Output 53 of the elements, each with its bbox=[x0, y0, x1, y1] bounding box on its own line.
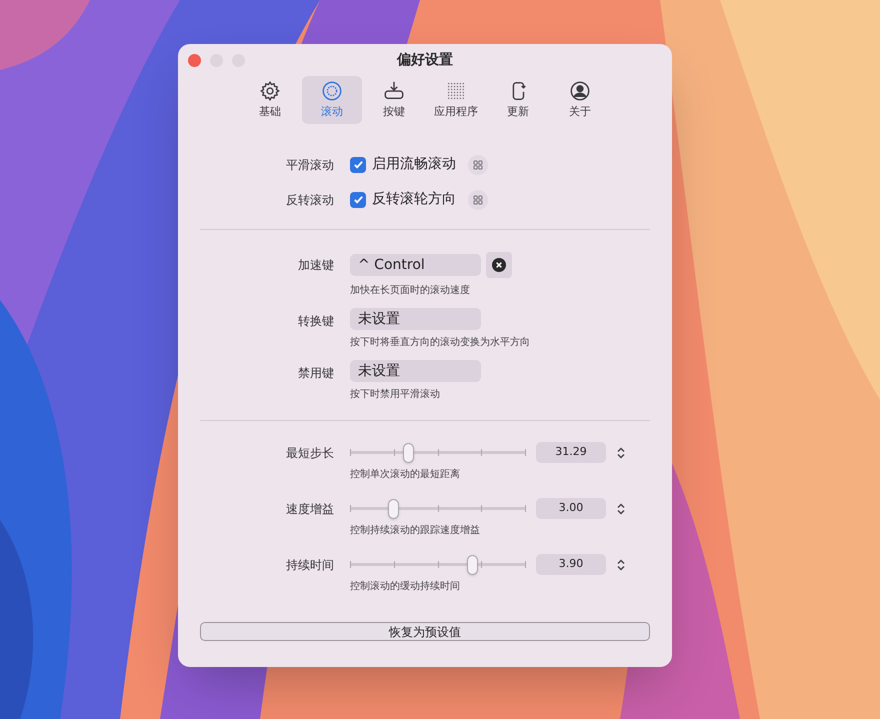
grid-icon bbox=[473, 160, 483, 170]
checkmark-icon bbox=[352, 159, 364, 170]
setting-label: 反转滚动 bbox=[285, 192, 335, 208]
hint-text: 按下时将垂直方向的滚动变换为水平方向 bbox=[350, 336, 530, 350]
hint-text: 控制单次滚动的最短距离 bbox=[350, 468, 461, 482]
setting-label: 禁用键 bbox=[297, 365, 335, 382]
slider-track[interactable] bbox=[350, 498, 526, 518]
slider-thumb[interactable] bbox=[402, 442, 414, 462]
checkbox[interactable] bbox=[350, 192, 366, 208]
hint-text: 控制滚动的缓动持续时间 bbox=[350, 580, 461, 594]
grid-icon bbox=[473, 194, 483, 204]
slider-track[interactable] bbox=[350, 442, 526, 462]
user-icon bbox=[569, 80, 591, 102]
hint-text: 按下时禁用平滑滚动 bbox=[350, 388, 441, 402]
window-title: 偏好设置 bbox=[397, 50, 453, 70]
toolbar-tab[interactable]: 关于 bbox=[550, 76, 610, 124]
checkmark-icon bbox=[352, 194, 364, 205]
toolbar-tab[interactable]: 更新 bbox=[488, 76, 548, 124]
checkbox[interactable] bbox=[350, 156, 366, 172]
slider-thumb[interactable] bbox=[467, 554, 478, 574]
circle-icon bbox=[321, 80, 343, 102]
hint-text: 控制持续滚动的跟踪速度增益 bbox=[350, 524, 481, 538]
grid-button[interactable] bbox=[468, 154, 488, 174]
setting-label: 持续时间 bbox=[285, 557, 335, 574]
value-field[interactable]: 31.29 bbox=[536, 442, 606, 463]
toolbar-tab[interactable]: 按键 bbox=[364, 76, 424, 124]
shortcut-field[interactable]: 未设置 bbox=[350, 360, 481, 382]
value-field[interactable]: 3.00 bbox=[536, 498, 606, 519]
stepper-icon[interactable] bbox=[616, 558, 626, 572]
value-field[interactable]: 3.90 bbox=[536, 554, 606, 575]
setting-label: 平滑滚动 bbox=[285, 156, 335, 174]
clear-button[interactable] bbox=[486, 252, 512, 278]
setting-label: 加速键 bbox=[297, 257, 335, 274]
stepper-icon[interactable] bbox=[616, 502, 626, 516]
shortcut-field[interactable]: ^ Control bbox=[350, 254, 481, 276]
tray-download-icon bbox=[383, 80, 405, 102]
setting-label: 最短步长 bbox=[285, 445, 335, 462]
shortcut-field[interactable]: 未设置 bbox=[350, 308, 481, 330]
clear-icon bbox=[492, 258, 506, 272]
slider-track[interactable] bbox=[350, 554, 526, 574]
grid-button[interactable] bbox=[468, 190, 488, 210]
close-button[interactable] bbox=[188, 54, 201, 66]
setting-label: 转换键 bbox=[297, 313, 335, 330]
gear-icon bbox=[259, 80, 281, 102]
toolbar-tab[interactable]: 基础 bbox=[240, 76, 300, 124]
hint-text: 加快在长页面时的滚动速度 bbox=[350, 284, 471, 298]
reset-button[interactable]: 恢复为预设值 bbox=[200, 622, 650, 641]
checkbox-label: 反转滚轮方向 bbox=[372, 190, 456, 209]
slider-thumb[interactable] bbox=[388, 498, 399, 518]
stepper-icon[interactable] bbox=[616, 446, 626, 460]
checkbox-label: 启用流畅滚动 bbox=[372, 155, 456, 174]
setting-label: 速度增益 bbox=[285, 501, 335, 518]
toolbar-tab[interactable]: 应用程序 bbox=[426, 76, 486, 124]
